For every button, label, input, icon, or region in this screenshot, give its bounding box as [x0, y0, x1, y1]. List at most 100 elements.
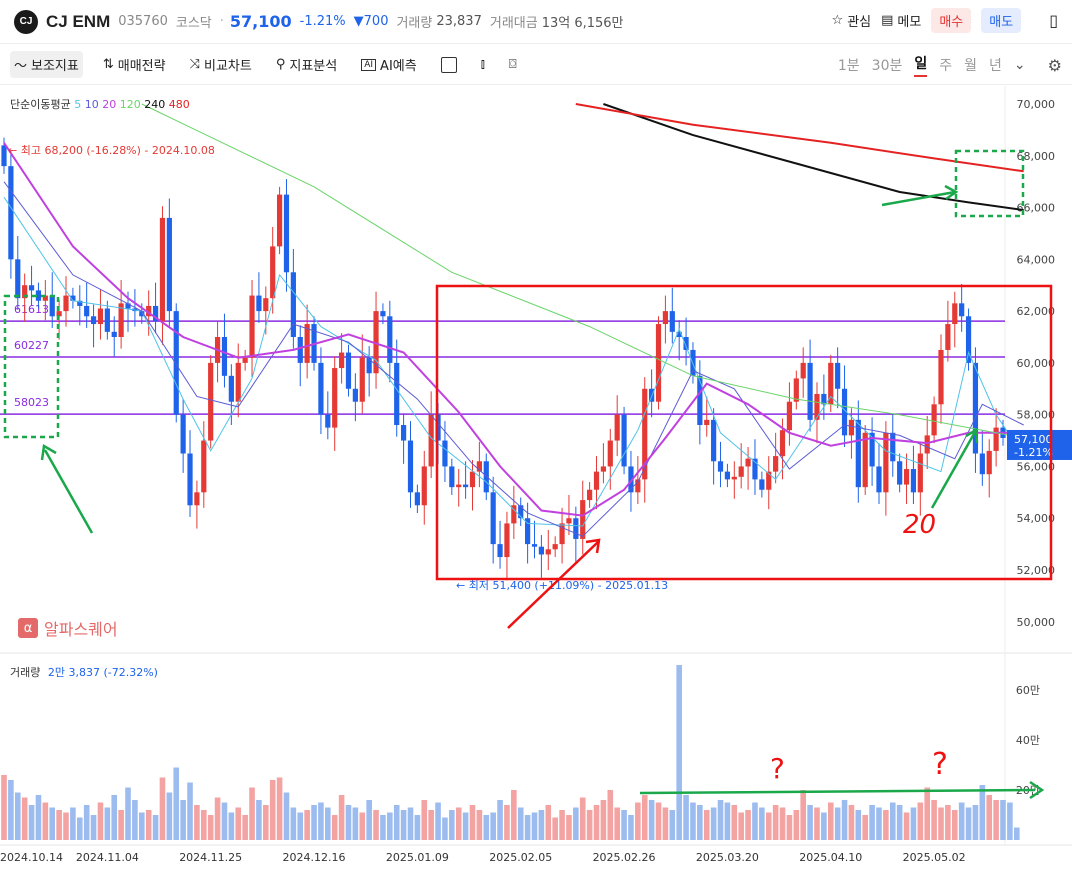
volume-bar	[972, 805, 979, 840]
sell-button[interactable]: 매도	[981, 8, 1022, 33]
volume-bar	[559, 810, 565, 840]
period-week[interactable]: 주	[939, 55, 952, 75]
strategy-button[interactable]: ⇅ 매매전략	[99, 51, 170, 78]
buy-button[interactable]: 매수	[931, 8, 972, 33]
screenshot-button[interactable]: ⌼	[505, 53, 521, 76]
volume-bar	[834, 807, 841, 840]
volume-tick: 60만	[1016, 684, 1040, 697]
volume-bar	[449, 810, 455, 840]
x-tick: 2024.12.16	[283, 851, 346, 864]
square-tool-button[interactable]	[437, 53, 461, 77]
ma-periods: 5 10 20 120 240 480	[74, 98, 190, 111]
volume-bar	[311, 805, 317, 840]
volume-bar	[76, 817, 83, 840]
candle-body	[938, 349, 944, 405]
period-month[interactable]: 월	[964, 55, 977, 75]
volume-bar	[958, 802, 965, 840]
volume-bar	[428, 810, 434, 840]
volume-bar	[628, 815, 634, 840]
period-year[interactable]: 년	[989, 55, 1002, 75]
volume-value: 23,837	[436, 14, 482, 29]
gear-icon[interactable]: ⚙	[1048, 56, 1062, 75]
candle-body	[552, 544, 558, 550]
price-tick: 70,000	[1017, 98, 1056, 111]
volume-bar	[855, 810, 862, 840]
volume-bar	[152, 815, 159, 840]
candle-body	[876, 466, 882, 493]
indicator-icon: 〜	[14, 59, 28, 74]
volume-bar	[173, 767, 180, 840]
candle-body	[800, 362, 806, 379]
price-chart[interactable]: 50,000 52,000 54,000 56,000 58,000 60,000 62,0…	[0, 86, 1072, 877]
volume-bar	[90, 815, 97, 840]
price-tick: 60,000	[1017, 357, 1056, 370]
price-tag-value: 57,100	[1014, 433, 1053, 446]
candle-body	[614, 414, 620, 441]
candle-body	[345, 352, 352, 389]
period-day[interactable]: 일	[914, 53, 928, 77]
volume-bar	[8, 780, 14, 840]
candle-body	[538, 546, 544, 555]
price-tick: 50,000	[1017, 616, 1056, 629]
volume-bar	[848, 805, 855, 840]
memo-button[interactable]: ▤ 메모	[881, 11, 921, 30]
volume-bar	[118, 810, 124, 840]
candle-body	[387, 316, 393, 363]
indicator-button[interactable]: 〜 보조지표	[10, 51, 83, 78]
period-1min[interactable]: 1분	[838, 55, 860, 75]
candle-body	[97, 308, 104, 325]
candle-body	[228, 375, 234, 402]
watch-button[interactable]: ☆ 관심	[832, 11, 872, 30]
square-icon	[440, 56, 457, 73]
alpha-icon: α	[18, 618, 38, 638]
candle-body	[394, 362, 400, 426]
volume-bar	[779, 807, 786, 840]
volume-bar	[338, 795, 345, 840]
x-tick: 2025.01.09	[386, 851, 449, 864]
brand-watermark: α 알파스퀘어	[18, 616, 118, 640]
volume-bar	[56, 810, 62, 840]
volume-bar	[387, 812, 393, 840]
candle-body	[221, 337, 228, 376]
ma-period-120: 120	[116, 98, 141, 111]
volume-bar	[435, 802, 441, 840]
volume-bar	[83, 805, 90, 840]
volume-bar	[111, 795, 118, 840]
candle-body	[855, 419, 861, 488]
candle-body	[724, 471, 731, 480]
volume-bar	[97, 802, 104, 840]
volume-bar	[14, 792, 21, 840]
panel-toggle-icon[interactable]: ▯	[1049, 11, 1058, 30]
volume-bar	[49, 807, 56, 840]
volume-bar	[366, 800, 372, 840]
ai-button[interactable]: AI AI예측	[357, 51, 420, 78]
low-annotation: ← 최저 51,400 (+11.09%) - 2025.01.13	[456, 579, 668, 592]
volume-bar	[765, 812, 772, 840]
candle-body	[945, 324, 951, 350]
candle-body	[414, 492, 420, 506]
candle-body	[587, 489, 593, 501]
candle-body	[104, 308, 110, 332]
candle-type-button[interactable]: ⫾	[477, 53, 489, 76]
volume-bar	[538, 810, 545, 840]
analysis-button[interactable]: ⚲ 지표분석	[272, 51, 341, 78]
candle-body	[952, 303, 958, 325]
x-tick: 2025.02.26	[593, 851, 656, 864]
price-tick: 54,000	[1017, 512, 1056, 525]
volume-bar	[290, 807, 297, 840]
volume-bar	[793, 810, 800, 840]
shuffle-icon: ⤨	[189, 57, 201, 72]
analysis-icon: ⚲	[275, 57, 286, 72]
volume-bar	[738, 812, 744, 840]
amount-value: 13억 6,156만	[541, 16, 624, 31]
volume-bar	[497, 800, 503, 840]
chevron-down-icon[interactable]: ⌄	[1014, 57, 1026, 73]
volume-bar	[600, 800, 607, 840]
period-30min[interactable]: 30분	[872, 55, 903, 75]
chart-area[interactable]: 50,000 52,000 54,000 56,000 58,000 60,000 62,0…	[0, 86, 1072, 877]
amount-label: 거래대금	[489, 16, 538, 31]
volume-bar	[986, 795, 993, 840]
volume-bar	[614, 807, 620, 840]
volume-bar	[938, 807, 944, 840]
compare-button[interactable]: ⤨ 비교차트	[186, 51, 256, 78]
